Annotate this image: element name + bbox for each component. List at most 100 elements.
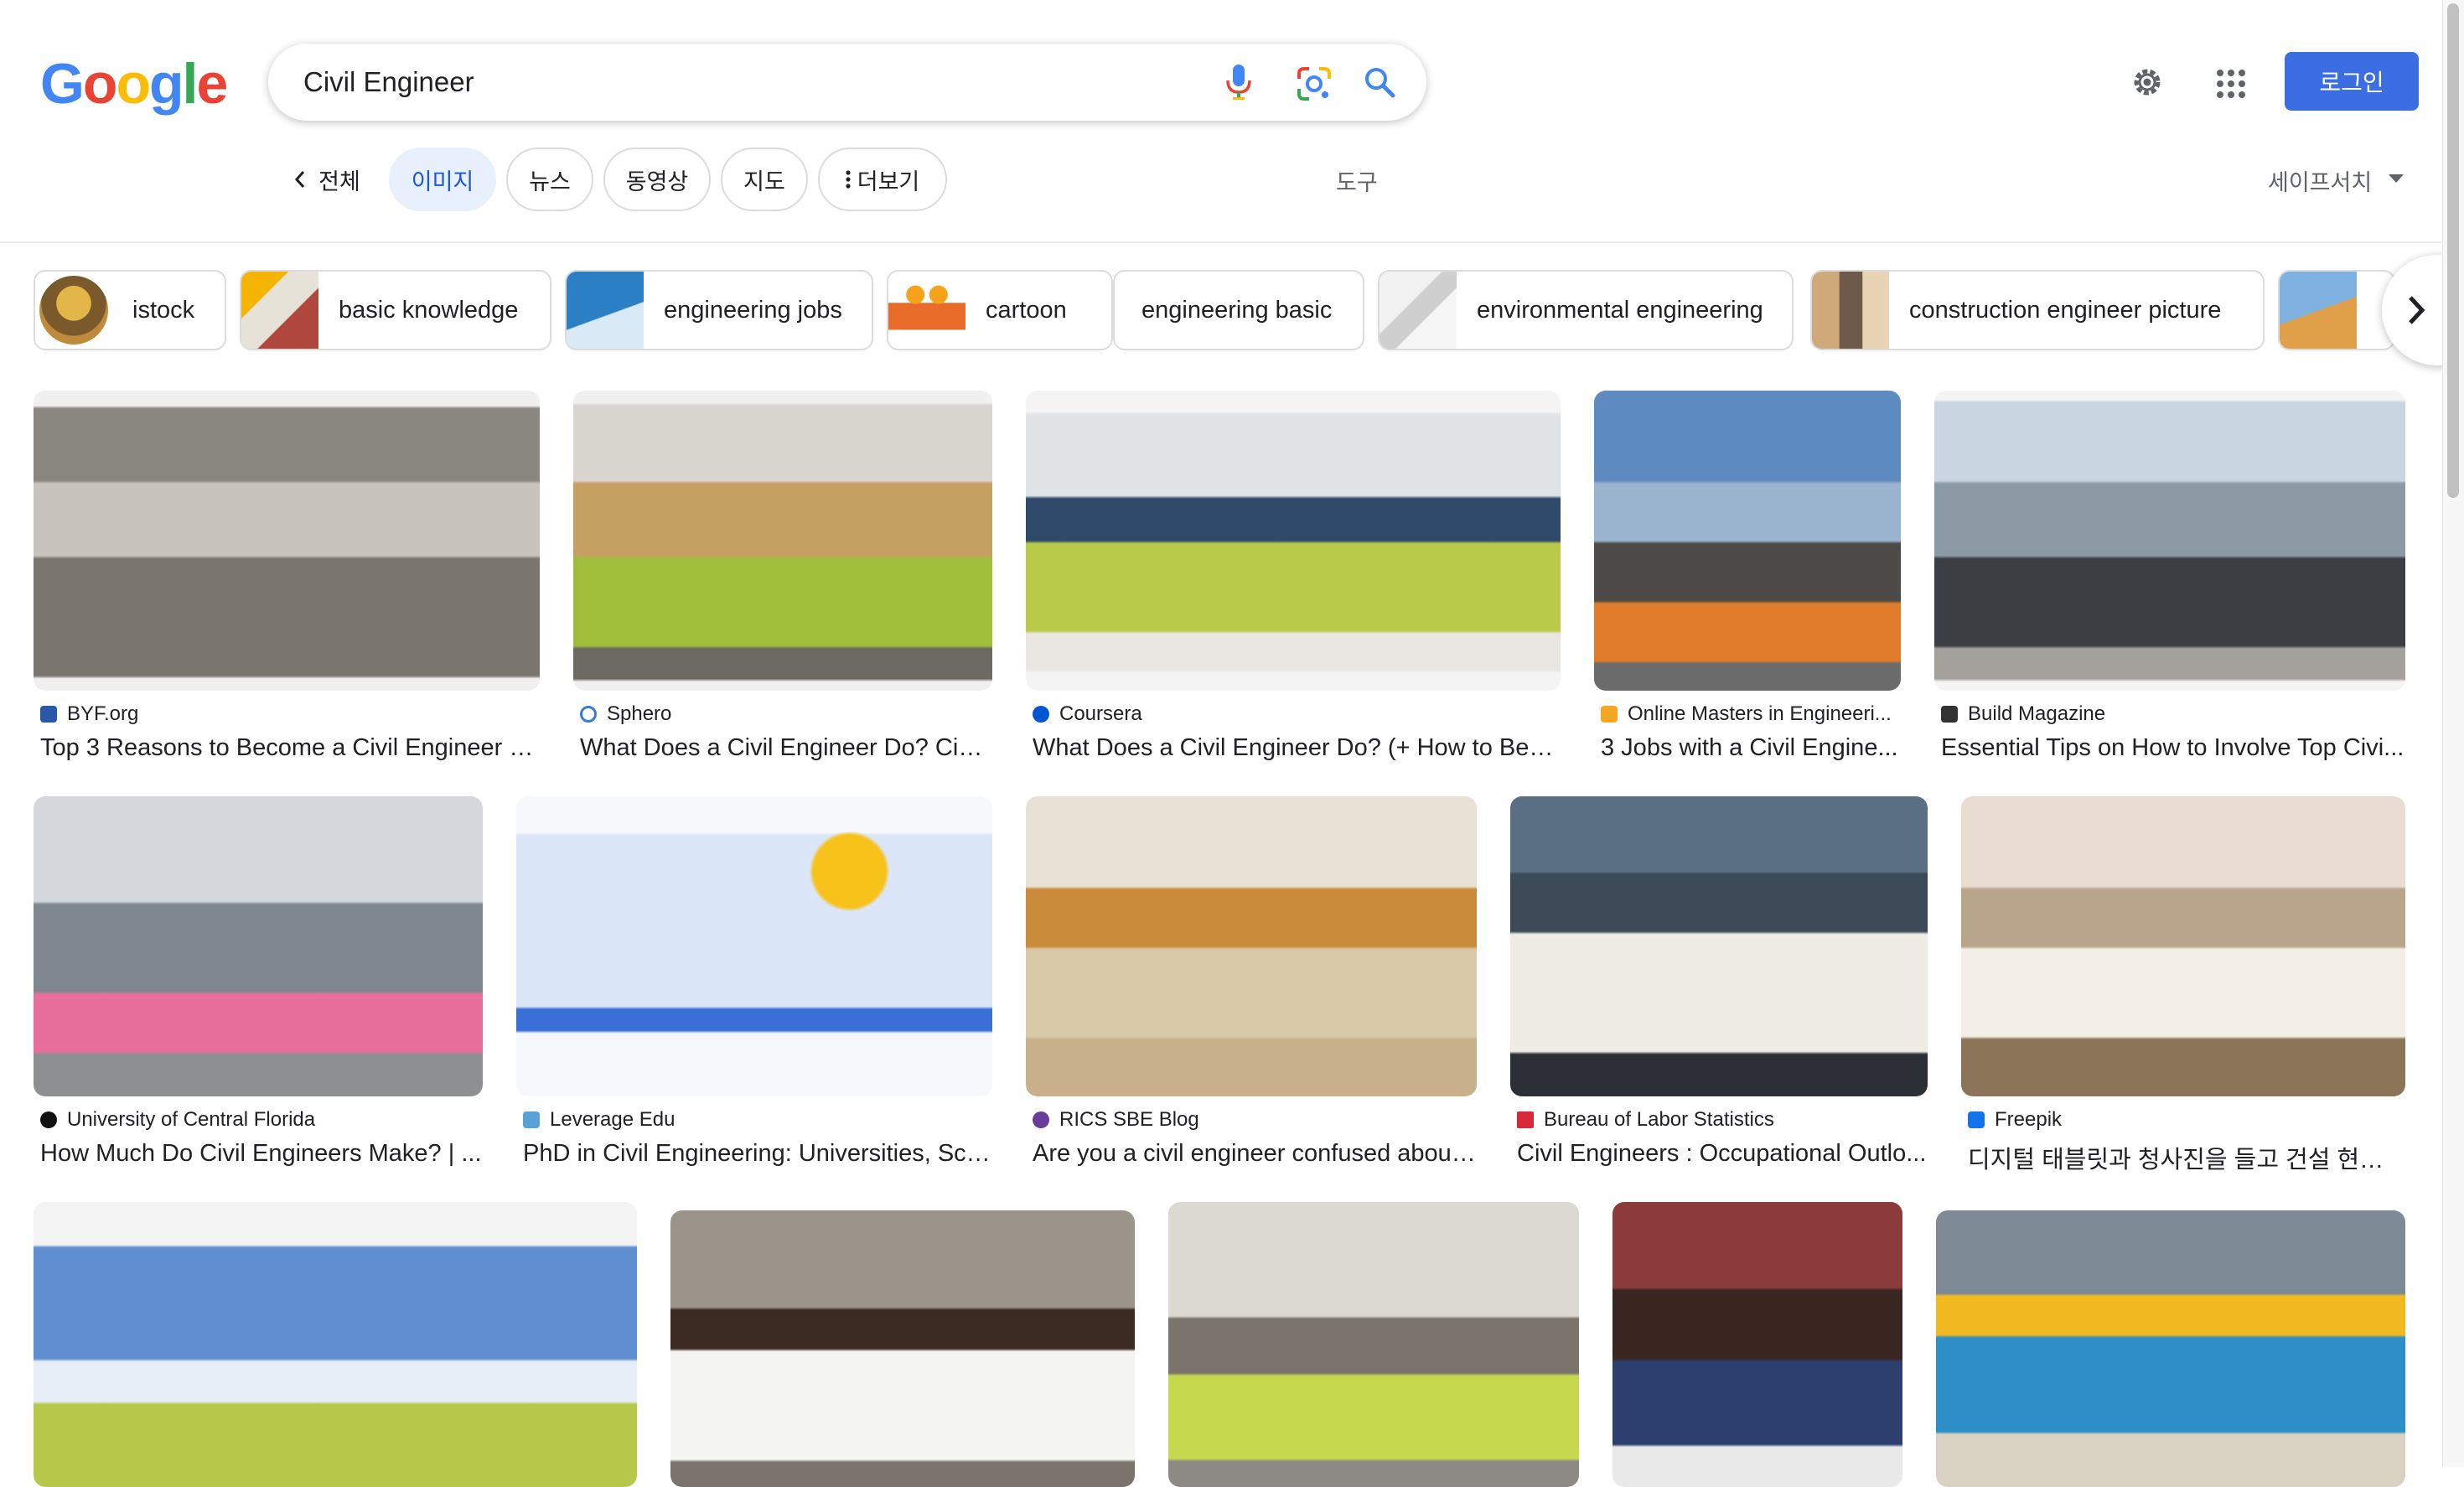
result-title[interactable]: What Does a Civil Engineer Do? Civil...: [573, 734, 992, 762]
result-title[interactable]: Are you a civil engineer confused about.…: [1026, 1140, 1477, 1168]
result-title[interactable]: 3 Jobs with a Civil Engine...: [1594, 734, 1901, 762]
favicon-icon: [1517, 1111, 1534, 1128]
result-title[interactable]: What Does a Civil Engineer Do? (+ How to…: [1026, 734, 1561, 762]
result-source-name: Online Masters in Engineeri...: [1628, 702, 1892, 725]
result-thumbnail[interactable]: [34, 391, 540, 691]
image-result[interactable]: [670, 1210, 1135, 1487]
apps-grid-icon[interactable]: [2208, 60, 2254, 107]
favicon-icon: [1941, 706, 1958, 723]
logo-letter: G: [40, 52, 85, 116]
gear-icon[interactable]: [2124, 59, 2171, 106]
tab-label: 더보기: [857, 168, 920, 194]
chip-thumbnail: [1380, 272, 1457, 349]
chip-label: engineering basic: [1141, 296, 1333, 324]
result-source[interactable]: Leverage Edu: [516, 1108, 992, 1132]
result-source[interactable]: Online Masters in Engineeri...: [1594, 702, 1901, 726]
result-thumbnail[interactable]: [1961, 796, 2405, 1096]
result-thumbnail[interactable]: [1510, 796, 1928, 1096]
chip-more-thumbnail[interactable]: [2278, 270, 2395, 350]
result-source[interactable]: University of Central Florida: [34, 1108, 483, 1132]
result-title[interactable]: 디지털 태블릿과 청사진을 들고 건설 현장 협...: [1961, 1140, 2405, 1175]
result-source-name: Bureau of Labor Statistics: [1544, 1108, 1774, 1131]
image-result[interactable]: Online Masters in Engineeri... 3 Jobs wi…: [1594, 391, 1901, 762]
result-source-name: RICS SBE Blog: [1059, 1108, 1199, 1131]
login-button[interactable]: 로그인: [2285, 52, 2419, 111]
result-thumbnail[interactable]: [34, 796, 483, 1096]
result-thumbnail[interactable]: [573, 391, 992, 691]
chip-thumbnail: [241, 272, 318, 349]
chip-environmental-engineering[interactable]: environmental engineering: [1378, 270, 1794, 350]
result-thumbnail[interactable]: [34, 1202, 637, 1487]
result-thumbnail[interactable]: [1612, 1202, 1902, 1487]
image-result[interactable]: Freepik 디지털 태블릿과 청사진을 들고 건설 현장 협...: [1961, 796, 2405, 1175]
result-title[interactable]: PhD in Civil Engineering: Universities, …: [516, 1140, 992, 1168]
chip-construction-engineer-picture[interactable]: construction engineer picture: [1810, 270, 2265, 350]
microphone-icon[interactable]: [1217, 60, 1260, 104]
image-result[interactable]: Coursera What Does a Civil Engineer Do? …: [1026, 391, 1561, 762]
logo-letter: l: [182, 52, 199, 116]
logo-letter: g: [149, 52, 184, 116]
result-source[interactable]: Freepik: [1961, 1108, 2405, 1132]
result-thumbnail[interactable]: [1026, 391, 1561, 691]
caret-down-icon: [2389, 174, 2404, 183]
result-title[interactable]: Top 3 Reasons to Become a Civil Engineer…: [34, 734, 540, 762]
result-thumbnail[interactable]: [1594, 391, 1901, 691]
result-title[interactable]: Essential Tips on How to Involve Top Civ…: [1934, 734, 2405, 762]
image-result[interactable]: [1936, 1210, 2405, 1487]
result-source[interactable]: RICS SBE Blog: [1026, 1108, 1477, 1132]
result-thumbnail[interactable]: [1168, 1202, 1579, 1487]
result-source[interactable]: BYF.org: [34, 702, 540, 726]
chip-istock[interactable]: istock: [34, 270, 226, 350]
result-thumbnail[interactable]: [1934, 391, 2405, 691]
image-result[interactable]: RICS SBE Blog Are you a civil engineer c…: [1026, 796, 1477, 1168]
chip-engineering-jobs[interactable]: engineering jobs: [565, 270, 873, 350]
result-source-name: University of Central Florida: [67, 1108, 316, 1131]
tab-all[interactable]: 전체: [277, 148, 377, 211]
chip-label: cartoon: [986, 296, 1067, 324]
image-result[interactable]: Build Magazine Essential Tips on How to …: [1934, 391, 2405, 762]
scrollbar-thumb[interactable]: [2447, 3, 2459, 498]
result-thumbnail[interactable]: [670, 1210, 1135, 1487]
image-result[interactable]: Bureau of Labor Statistics Civil Enginee…: [1510, 796, 1928, 1168]
image-result[interactable]: Leverage Edu PhD in Civil Engineering: U…: [516, 796, 992, 1168]
tab-label: 전체: [318, 168, 360, 194]
logo-letter: o: [116, 52, 151, 116]
chip-engineering-basic[interactable]: engineering basic: [1113, 270, 1364, 350]
result-source[interactable]: Sphero: [573, 702, 992, 726]
tab-news[interactable]: 뉴스: [506, 148, 593, 211]
safesearch-button[interactable]: 세이프서치: [2268, 164, 2372, 197]
chip-thumbnail: [888, 272, 965, 349]
result-source-name: Coursera: [1059, 702, 1142, 725]
result-source[interactable]: Coursera: [1026, 702, 1561, 726]
image-result[interactable]: [1612, 1202, 1902, 1487]
chip-cartoon[interactable]: cartoon: [887, 270, 1113, 350]
image-result[interactable]: University of Central Florida How Much D…: [34, 796, 483, 1168]
result-title[interactable]: Civil Engineers : Occupational Outlo...: [1510, 1140, 1928, 1168]
chip-basic-knowledge[interactable]: basic knowledge: [240, 270, 551, 350]
favicon-icon: [1601, 706, 1618, 723]
tab-images[interactable]: 이미지: [389, 148, 496, 211]
result-title[interactable]: How Much Do Civil Engineers Make? | ...: [34, 1140, 483, 1168]
logo-letter: o: [82, 52, 118, 116]
google-logo[interactable]: Google: [40, 50, 228, 117]
search-input[interactable]: Civil Engineer: [303, 62, 474, 102]
result-thumbnail[interactable]: [1936, 1210, 2405, 1487]
image-result[interactable]: [1168, 1202, 1579, 1487]
result-thumbnail[interactable]: [1026, 796, 1477, 1096]
tab-maps[interactable]: 지도: [721, 148, 808, 211]
image-result[interactable]: Sphero What Does a Civil Engineer Do? Ci…: [573, 391, 992, 762]
lens-camera-icon[interactable]: [1291, 60, 1338, 107]
favicon-icon: [40, 1111, 57, 1128]
search-icon[interactable]: [1356, 59, 1403, 106]
result-source[interactable]: Build Magazine: [1934, 702, 2405, 726]
chip-thumbnail: [1812, 272, 1889, 349]
tab-videos[interactable]: 동영상: [603, 148, 711, 211]
result-thumbnail[interactable]: [516, 796, 992, 1096]
result-source[interactable]: Bureau of Labor Statistics: [1510, 1108, 1928, 1132]
tab-more[interactable]: 더보기: [818, 148, 947, 211]
chip-thumbnail: [35, 272, 112, 349]
tools-button[interactable]: 도구: [1336, 164, 1378, 197]
image-result[interactable]: [34, 1202, 637, 1487]
image-result[interactable]: BYF.org Top 3 Reasons to Become a Civil …: [34, 391, 540, 762]
chip-thumbnail: [2280, 272, 2357, 349]
